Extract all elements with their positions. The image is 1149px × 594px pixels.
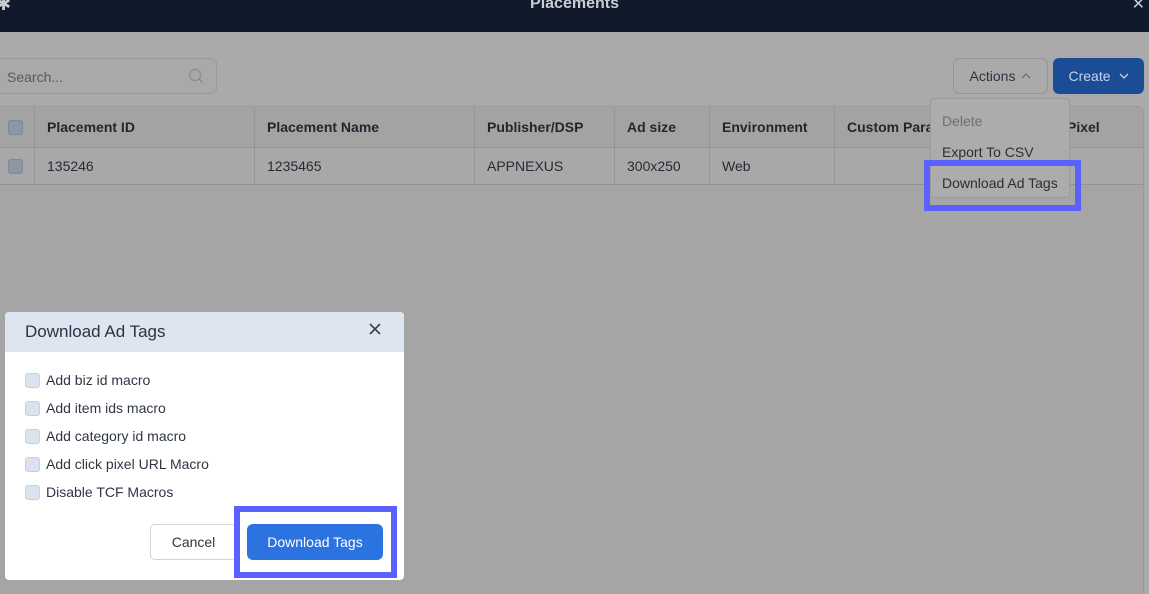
search-icon[interactable] xyxy=(188,68,204,84)
column-header[interactable]: Publisher/DSP xyxy=(475,107,615,147)
option-item-ids-macro[interactable]: Add item ids macro xyxy=(25,400,166,416)
checkbox[interactable] xyxy=(25,456,40,472)
row-checkbox[interactable] xyxy=(8,158,23,174)
column-header[interactable]: Environment xyxy=(710,107,835,147)
option-label: Disable TCF Macros xyxy=(46,484,174,500)
cancel-button[interactable]: Cancel xyxy=(150,524,237,560)
select-all-cell xyxy=(0,107,35,147)
checkbox[interactable] xyxy=(25,484,40,500)
table-cell: APPNEXUS xyxy=(475,148,615,184)
highlight-frame xyxy=(924,160,1081,211)
highlight-frame xyxy=(234,506,397,578)
table-cell: 1235465 xyxy=(255,148,475,184)
search-input[interactable] xyxy=(7,67,177,87)
chevron-down-icon xyxy=(1119,73,1128,79)
row-select-cell xyxy=(0,148,35,184)
table-cell: 300x250 xyxy=(615,148,710,184)
actions-button[interactable]: Actions xyxy=(953,58,1048,94)
checkbox[interactable] xyxy=(25,372,40,388)
create-button[interactable]: Create xyxy=(1053,58,1144,94)
menu-item-export-csv[interactable]: Export To CSV xyxy=(942,144,1034,160)
close-icon[interactable] xyxy=(368,322,382,336)
table-cell: 135246 xyxy=(35,148,255,184)
create-label: Create xyxy=(1068,68,1111,84)
option-biz-id-macro[interactable]: Add biz id macro xyxy=(25,372,150,388)
column-header[interactable]: Placement ID xyxy=(35,107,255,147)
dialog-header: Download Ad Tags xyxy=(5,312,404,352)
search-box xyxy=(0,58,217,94)
option-label: Add item ids macro xyxy=(46,400,166,416)
page-title: Placements xyxy=(530,0,619,12)
table-cell: Web xyxy=(710,148,835,184)
checkbox[interactable] xyxy=(25,400,40,416)
column-header[interactable]: Placement Name xyxy=(255,107,475,147)
dialog-title: Download Ad Tags xyxy=(25,322,166,341)
menu-item-delete[interactable]: Delete xyxy=(942,113,982,129)
option-label: Add click pixel URL Macro xyxy=(46,456,209,472)
column-header[interactable]: Ad size xyxy=(615,107,710,147)
option-label: Add category id macro xyxy=(46,428,187,444)
chevron-up-icon xyxy=(1021,73,1031,79)
top-bar: ✱ Placements ✕ xyxy=(0,0,1149,32)
checkbox[interactable] xyxy=(25,428,40,444)
select-all-checkbox[interactable] xyxy=(8,119,23,135)
option-disable-tcf-macros[interactable]: Disable TCF Macros xyxy=(25,484,173,500)
option-label: Add biz id macro xyxy=(46,372,151,388)
option-click-pixel-url-macro[interactable]: Add click pixel URL Macro xyxy=(25,456,209,472)
actions-label: Actions xyxy=(969,68,1016,84)
close-icon[interactable]: ✕ xyxy=(1132,0,1145,14)
option-category-id-macro[interactable]: Add category id macro xyxy=(25,428,186,444)
